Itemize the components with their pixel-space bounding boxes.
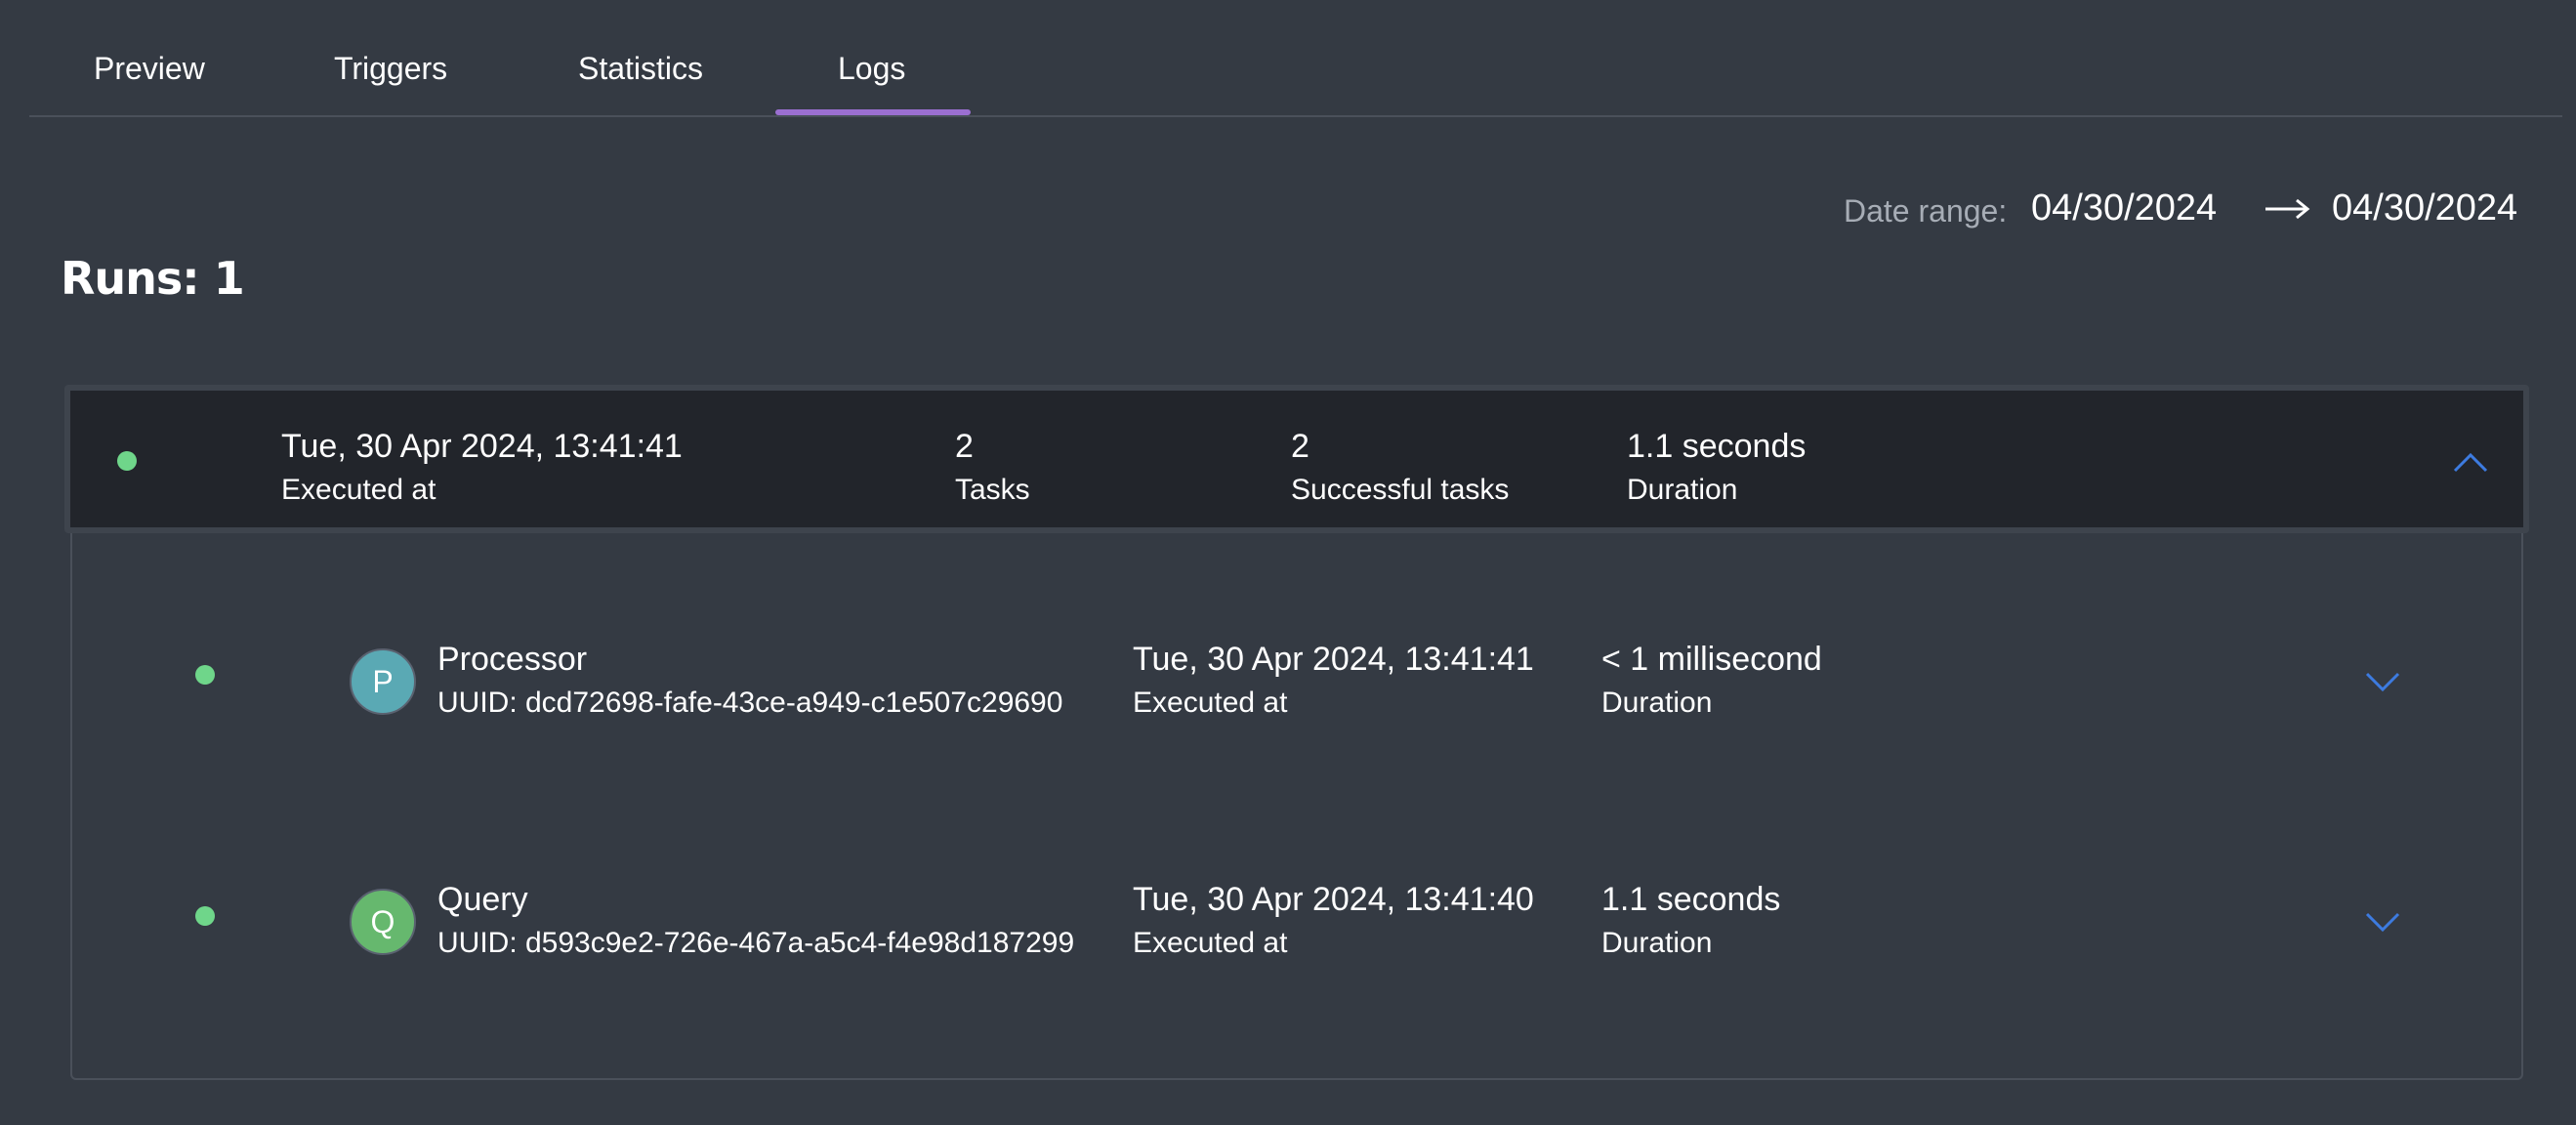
run-executed-at-label: Executed at <box>281 474 436 506</box>
run-tasks: 2 Tasks <box>955 428 1030 507</box>
run-details-panel: P Processor UUID: dcd72698-fafe-43ce-a94… <box>70 533 2523 1080</box>
task-info: Query UUID: d593c9e2-726e-467a-a5c4-f4e9… <box>437 881 1074 960</box>
task-name: Query <box>437 881 528 918</box>
chevron-up-icon[interactable] <box>2453 451 2488 473</box>
task-duration: < 1 millisecond Duration <box>1601 641 1822 720</box>
task-executed-at: Tue, 30 Apr 2024, 13:41:40 Executed at <box>1133 881 1534 960</box>
run-tasks-label: Tasks <box>955 474 1030 506</box>
run-status-dot <box>117 451 137 471</box>
task-duration-value: < 1 millisecond <box>1601 641 1822 678</box>
run-duration: 1.1 seconds Duration <box>1627 428 1806 507</box>
task-executed-at-label: Executed at <box>1133 927 1288 959</box>
run-executed-at-value: Tue, 30 Apr 2024, 13:41:41 <box>281 428 683 465</box>
active-tab-indicator <box>775 109 971 115</box>
date-range-label: Date range: <box>1844 193 2008 229</box>
tab-bar: Preview Triggers Statistics Logs <box>29 0 2562 117</box>
task-executed-at-label: Executed at <box>1133 687 1288 719</box>
run-successful-tasks-label: Successful tasks <box>1291 474 1510 506</box>
tab-triggers[interactable]: Triggers <box>334 51 447 87</box>
task-duration-label: Duration <box>1601 687 1713 719</box>
task-uuid: UUID: d593c9e2-726e-467a-a5c4-f4e98d1872… <box>437 927 1075 959</box>
chevron-down-icon[interactable] <box>2365 672 2400 693</box>
task-executed-at-value: Tue, 30 Apr 2024, 13:41:40 <box>1133 881 1534 918</box>
date-range-start[interactable]: 04/30/2024 <box>2031 188 2217 229</box>
run-row[interactable]: Tue, 30 Apr 2024, 13:41:41 Executed at 2… <box>64 385 2529 533</box>
task-executed-at-value: Tue, 30 Apr 2024, 13:41:41 <box>1133 641 1534 678</box>
task-uuid: UUID: dcd72698-fafe-43ce-a949-c1e507c296… <box>437 687 1063 719</box>
run-duration-value: 1.1 seconds <box>1627 428 1807 465</box>
task-avatar: Q <box>350 889 416 955</box>
tab-preview[interactable]: Preview <box>94 51 205 87</box>
run-successful-tasks-value: 2 <box>1291 428 1309 465</box>
run-duration-label: Duration <box>1627 474 1738 506</box>
task-status-dot <box>195 906 215 926</box>
arrow-right-icon <box>2265 198 2310 220</box>
task-avatar: P <box>350 648 416 715</box>
task-duration: 1.1 seconds Duration <box>1601 881 1780 960</box>
run-tasks-value: 2 <box>955 428 974 465</box>
task-status-dot <box>195 665 215 685</box>
task-executed-at: Tue, 30 Apr 2024, 13:41:41 Executed at <box>1133 641 1534 720</box>
task-info: Processor UUID: dcd72698-fafe-43ce-a949-… <box>437 641 1062 720</box>
runs-count-title: Runs: 1 <box>61 252 245 305</box>
chevron-down-icon[interactable] <box>2365 912 2400 934</box>
run-successful-tasks: 2 Successful tasks <box>1291 428 1509 507</box>
task-name: Processor <box>437 641 588 678</box>
tab-logs[interactable]: Logs <box>838 51 905 87</box>
run-executed-at: Tue, 30 Apr 2024, 13:41:41 Executed at <box>281 428 683 507</box>
task-duration-label: Duration <box>1601 927 1713 959</box>
task-duration-value: 1.1 seconds <box>1601 881 1781 918</box>
tab-statistics[interactable]: Statistics <box>578 51 703 87</box>
date-range-end[interactable]: 04/30/2024 <box>2332 188 2517 229</box>
